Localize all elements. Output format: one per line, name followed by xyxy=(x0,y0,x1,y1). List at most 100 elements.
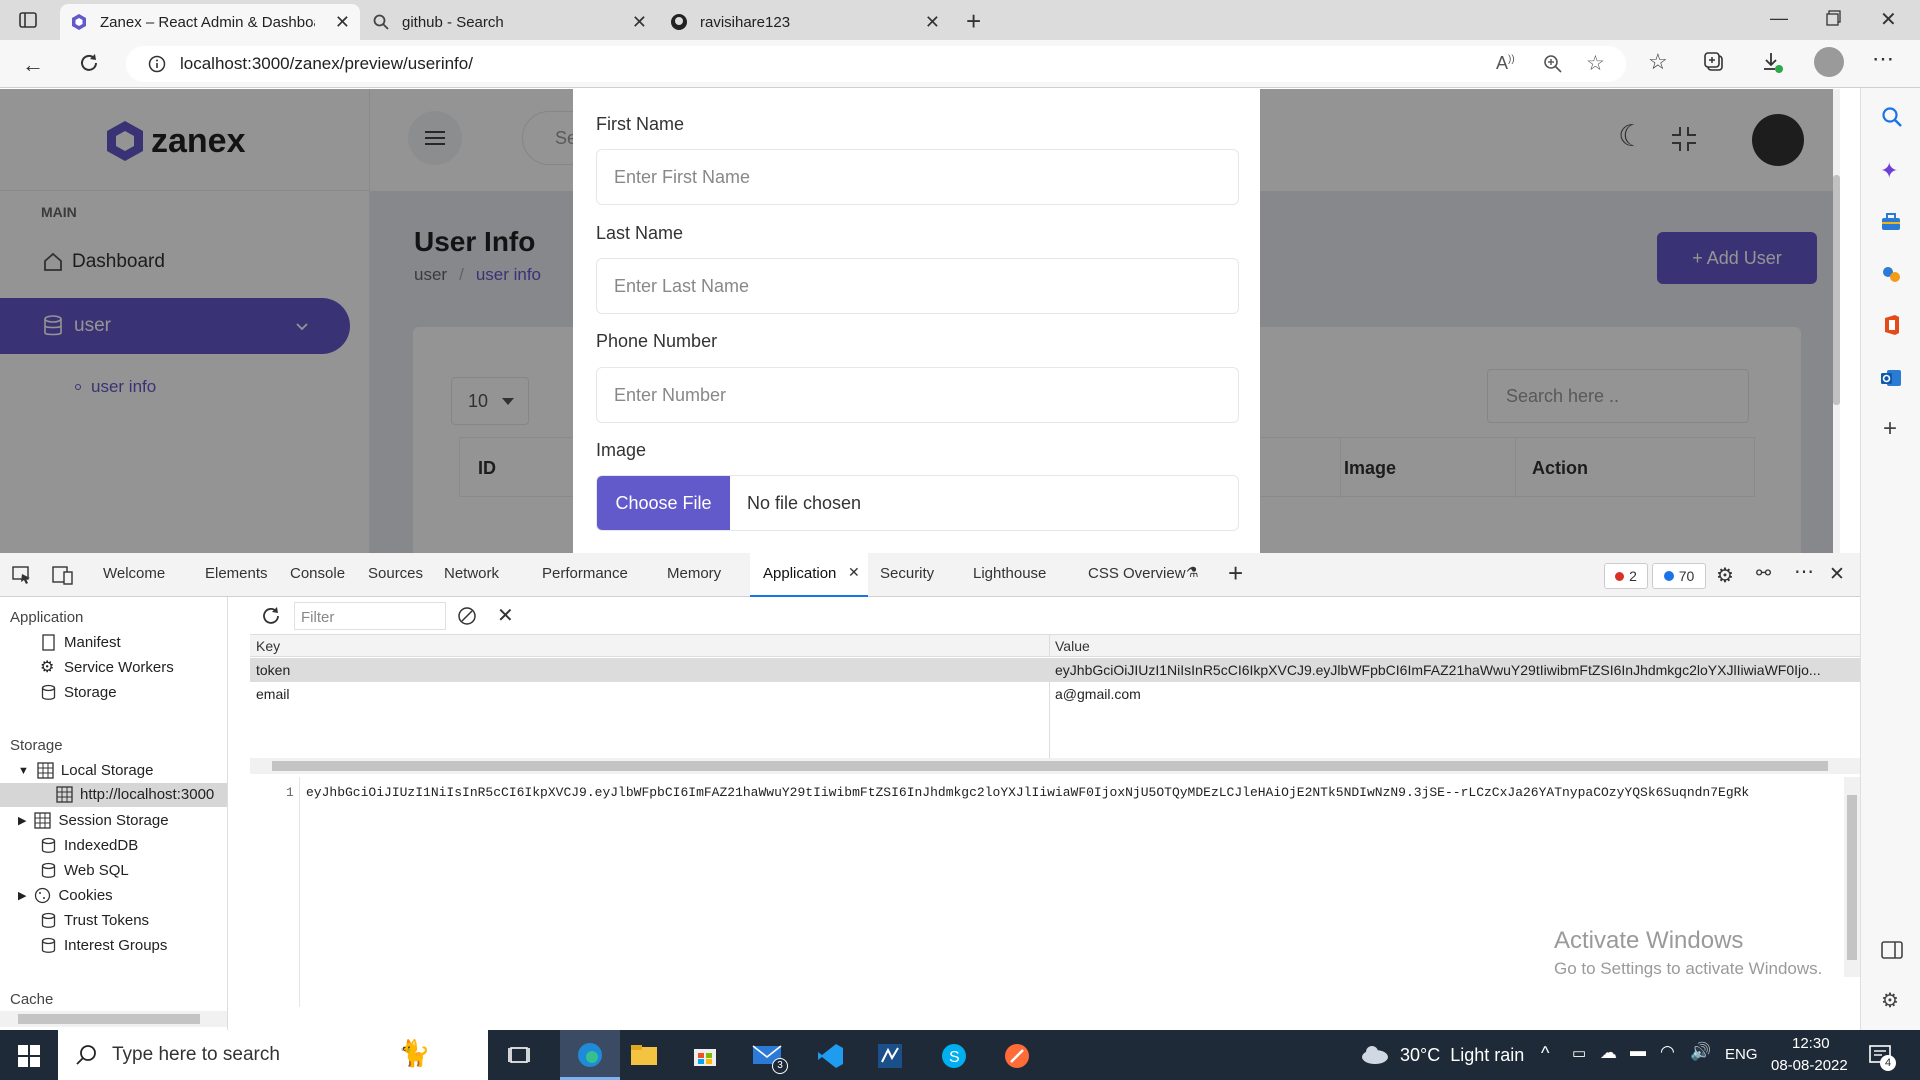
search-icon[interactable] xyxy=(1881,106,1903,128)
close-tab-icon[interactable]: ✕ xyxy=(925,12,940,33)
devtools-more-icon[interactable]: ⋯ xyxy=(1794,559,1814,584)
delete-selected-icon[interactable]: ✕ xyxy=(497,603,514,628)
new-tab-icon[interactable]: + xyxy=(966,6,981,37)
image-file-input[interactable]: Choose File No file chosen xyxy=(596,475,1239,531)
phone-number-input[interactable]: Enter Number xyxy=(596,367,1239,423)
windows-start-icon[interactable] xyxy=(18,1045,40,1067)
tree-item-manifest[interactable]: Manifest xyxy=(40,634,121,651)
wifi-icon[interactable]: ◠ xyxy=(1660,1042,1675,1062)
devtools-tab-network[interactable]: Network xyxy=(444,565,499,582)
taskbar-edge-app[interactable] xyxy=(560,1030,620,1080)
tools-briefcase-icon[interactable] xyxy=(1880,212,1902,232)
close-devtools-icon[interactable]: ✕ xyxy=(1829,563,1845,586)
favorites-icon[interactable]: ☆ xyxy=(1648,49,1668,75)
last-name-input[interactable]: Enter Last Name xyxy=(596,258,1239,314)
info-icon[interactable] xyxy=(148,55,166,73)
first-name-input[interactable]: Enter First Name xyxy=(596,149,1239,205)
tree-item-service-workers[interactable]: ⚙ Service Workers xyxy=(40,659,174,676)
codeblocks-icon[interactable] xyxy=(876,1042,904,1070)
storage-row-token[interactable]: token eyJhbGciOiJIUzI1NiIsInR5cCI6IkpXVC… xyxy=(250,658,1860,682)
tree-horizontal-scrollbar[interactable] xyxy=(0,1011,227,1027)
volume-icon[interactable]: 🔊 xyxy=(1690,1042,1711,1062)
device-emulation-icon[interactable] xyxy=(52,565,74,585)
vscode-icon[interactable] xyxy=(816,1042,844,1070)
refresh-icon[interactable] xyxy=(260,605,282,627)
more-tools-plus-icon[interactable]: + xyxy=(1228,558,1243,589)
tab-actions-icon[interactable] xyxy=(18,10,38,30)
clock-time[interactable]: 12:30 xyxy=(1792,1035,1830,1052)
close-tab-icon[interactable]: ✕ xyxy=(632,12,647,33)
file-explorer-icon[interactable] xyxy=(630,1043,658,1067)
tab-github-search[interactable]: github - Search ✕ xyxy=(362,4,657,40)
more-menu-icon[interactable]: ⋯ xyxy=(1872,46,1894,72)
tree-item-storage[interactable]: Storage xyxy=(40,684,117,701)
inspect-element-icon[interactable] xyxy=(12,565,32,585)
maximize-icon[interactable] xyxy=(1826,10,1842,26)
hide-sidebar-icon[interactable] xyxy=(1881,940,1903,960)
cats-doodle-icon[interactable]: 🐈 xyxy=(398,1038,430,1069)
notification-center-icon[interactable]: 4 xyxy=(1868,1043,1896,1071)
collapsed-arrow-icon[interactable]: ▶ xyxy=(18,889,26,902)
outlook-icon[interactable] xyxy=(1880,368,1902,388)
page-scrollbar[interactable] xyxy=(1833,89,1840,553)
collapsed-arrow-icon[interactable]: ▶ xyxy=(18,814,26,827)
copilot-sparkle-icon[interactable]: ✦ xyxy=(1880,158,1898,184)
back-icon[interactable]: ← xyxy=(22,52,44,78)
refresh-icon[interactable] xyxy=(78,52,100,74)
tree-item-interest-groups[interactable]: Interest Groups xyxy=(40,937,167,954)
zoom-icon[interactable] xyxy=(1543,54,1563,74)
issues-badge[interactable]: 70 xyxy=(1652,563,1706,589)
customize-connect-icon[interactable]: ⚯ xyxy=(1756,563,1771,584)
storage-row-email[interactable]: email a@gmail.com xyxy=(250,682,1860,706)
read-aloud-icon[interactable]: A)) xyxy=(1496,53,1515,74)
tree-item-cookies[interactable]: ▶ Cookies xyxy=(18,887,113,904)
add-sidebar-app-icon[interactable]: + xyxy=(1883,415,1897,443)
value-column-header[interactable]: Value xyxy=(1055,638,1090,654)
devtools-tab-memory[interactable]: Memory xyxy=(667,565,721,582)
close-tab-icon[interactable]: ✕ xyxy=(848,564,860,581)
games-icon[interactable] xyxy=(1880,264,1902,284)
tree-item-indexeddb[interactable]: IndexedDB xyxy=(40,837,138,854)
language-indicator[interactable]: ENG xyxy=(1725,1046,1758,1063)
battery-icon[interactable]: ▬ xyxy=(1630,1043,1646,1061)
tree-horizontal-scrollbar-thumb[interactable] xyxy=(18,1014,200,1024)
url-field[interactable]: localhost:3000/zanex/preview/userinfo/ A… xyxy=(126,46,1626,82)
collections-icon[interactable] xyxy=(1704,52,1726,74)
cloud-sync-icon[interactable]: ☁ xyxy=(1600,1043,1617,1063)
mail-app-icon[interactable]: 3 xyxy=(752,1042,788,1074)
page-scrollbar-thumb[interactable] xyxy=(1833,175,1840,405)
clock-date[interactable]: 08-08-2022 xyxy=(1771,1057,1848,1074)
tree-item-trust-tokens[interactable]: Trust Tokens xyxy=(40,912,149,929)
preview-scrollbar[interactable] xyxy=(1844,777,1860,977)
devtools-tab-lighthouse[interactable]: Lighthouse xyxy=(973,565,1046,582)
minimize-icon[interactable]: — xyxy=(1770,8,1788,29)
devtools-tab-console[interactable]: Console xyxy=(290,565,345,582)
table-horizontal-scrollbar[interactable] xyxy=(250,758,1860,774)
errors-badge[interactable]: 2 xyxy=(1604,563,1648,589)
devtools-tab-sources[interactable]: Sources xyxy=(368,565,423,582)
tree-item-web-sql[interactable]: Web SQL xyxy=(40,862,129,879)
table-scrollbar-thumb[interactable] xyxy=(272,761,1828,771)
expanded-arrow-icon[interactable]: ▼ xyxy=(18,765,29,777)
tree-item-local-storage[interactable]: ▼ Local Storage xyxy=(18,762,153,779)
devtools-tab-performance[interactable]: Performance xyxy=(542,565,628,582)
profile-avatar[interactable] xyxy=(1814,47,1844,77)
tab-github-profile[interactable]: ravisihare123 ✕ xyxy=(660,4,950,40)
devtools-settings-icon[interactable]: ⚙ xyxy=(1716,563,1734,588)
devtools-tab-css-overview[interactable]: CSS Overview xyxy=(1088,565,1186,582)
microsoft-store-icon[interactable] xyxy=(692,1042,718,1068)
close-window-icon[interactable]: ✕ xyxy=(1880,7,1897,32)
preview-scrollbar-thumb[interactable] xyxy=(1847,795,1857,960)
settings-gear-icon[interactable]: ⚙ xyxy=(1881,988,1899,1013)
task-view-icon[interactable] xyxy=(508,1044,530,1066)
tree-item-localhost-origin[interactable]: http://localhost:3000 xyxy=(0,783,227,807)
devtools-tab-security[interactable]: Security xyxy=(880,565,934,582)
filter-input[interactable]: Filter xyxy=(294,602,446,630)
add-favorite-icon[interactable]: ☆ xyxy=(1586,51,1605,76)
clear-all-icon[interactable] xyxy=(457,606,477,626)
close-tab-icon[interactable]: ✕ xyxy=(335,12,350,33)
weather-text[interactable]: 30°C Light rain xyxy=(1400,1045,1524,1066)
downloads-icon[interactable] xyxy=(1760,50,1784,74)
devtools-tab-elements[interactable]: Elements xyxy=(205,565,268,582)
devtools-tab-application[interactable]: Application ✕ xyxy=(750,553,868,597)
